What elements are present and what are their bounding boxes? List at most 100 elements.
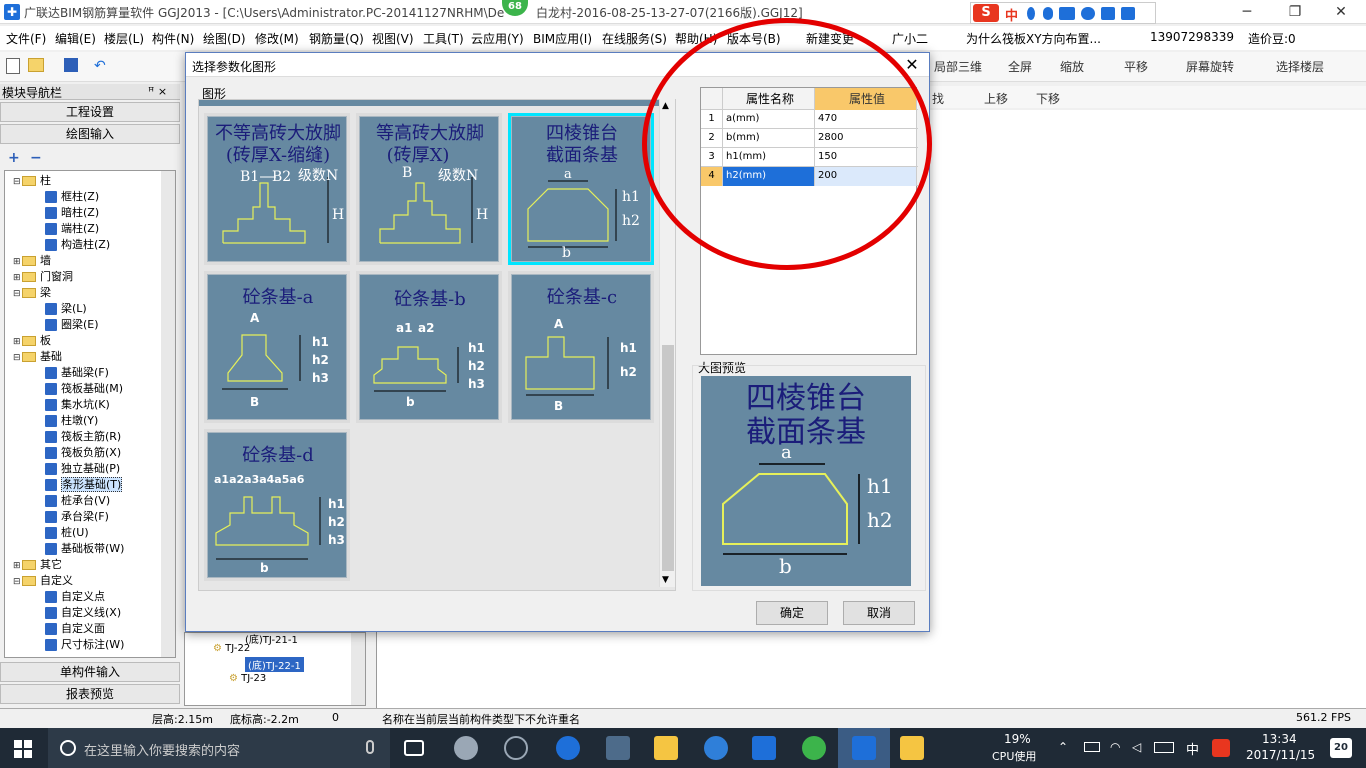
minimize-button[interactable]: ─: [1224, 0, 1270, 24]
battery-icon[interactable]: [1084, 742, 1100, 752]
user-phone[interactable]: 13907298339: [1150, 30, 1234, 44]
list-item[interactable]: ⚙ TJ-23: [229, 673, 266, 684]
restore-button[interactable]: ❐: [1272, 0, 1318, 24]
menu-modify[interactable]: 修改(M): [255, 30, 299, 47]
tree-folder[interactable]: ⊟ 梁: [13, 285, 51, 301]
collapse-all-icon[interactable]: −: [30, 150, 42, 166]
expand-icon[interactable]: ⊞: [13, 270, 22, 286]
tree-scrollbar[interactable]: [161, 171, 175, 657]
user-icon[interactable]: [1081, 7, 1095, 20]
edge-icon[interactable]: [556, 736, 580, 760]
report-preview-button[interactable]: 报表预览: [0, 684, 180, 704]
collapse-icon[interactable]: ⊟: [13, 174, 22, 190]
menu-view[interactable]: 视图(V): [372, 30, 414, 47]
ime-mode[interactable]: 中: [1005, 5, 1018, 24]
tree-item[interactable]: 独立基础(P): [45, 461, 120, 477]
windows-start-icon[interactable]: [14, 740, 32, 758]
tool-zoom[interactable]: 缩放: [1060, 58, 1084, 75]
store-icon[interactable]: [606, 736, 630, 760]
tree-item[interactable]: 筏板主筋(R): [45, 429, 121, 445]
close-button[interactable]: ✕: [1318, 0, 1364, 24]
tool-pan[interactable]: 平移: [1124, 58, 1148, 75]
tree-item[interactable]: 桩承台(V): [45, 493, 110, 509]
expand-all-icon[interactable]: +: [8, 150, 20, 166]
tree-item[interactable]: 基础梁(F): [45, 365, 109, 381]
cancel-button[interactable]: 取消: [843, 601, 915, 625]
menu-cloud[interactable]: 云应用(Y): [471, 30, 524, 47]
cortana-app-icon[interactable]: [504, 736, 528, 760]
tree-item[interactable]: 梁(L): [45, 301, 87, 317]
tree-item[interactable]: 承台梁(F): [45, 509, 109, 525]
wifi-icon[interactable]: ◠: [1110, 740, 1120, 754]
tree-item[interactable]: 自定义点: [45, 589, 105, 605]
drawing-input-button[interactable]: 绘图输入: [0, 124, 180, 144]
tree-folder[interactable]: ⊟ 柱: [13, 173, 51, 189]
task-view-icon[interactable]: [404, 740, 424, 756]
new-file-icon[interactable]: [6, 58, 20, 74]
tree-folder[interactable]: ⊟ 自定义: [13, 573, 73, 589]
tree-item[interactable]: 基础板带(W): [45, 541, 124, 557]
tree-item[interactable]: 桩(U): [45, 525, 89, 541]
file-explorer-icon[interactable]: [654, 736, 678, 760]
chevron-up-icon[interactable]: ⌃: [1058, 740, 1068, 754]
sogou-tray-icon[interactable]: [1212, 739, 1230, 757]
menu-file[interactable]: 文件(F): [6, 30, 46, 47]
ggj-active-task[interactable]: [838, 728, 890, 768]
tree-item[interactable]: 筏板基础(M): [45, 381, 123, 397]
taskbar-search[interactable]: 在这里输入你要搜索的内容: [48, 728, 390, 768]
wrench-icon[interactable]: [1121, 7, 1135, 20]
microphone-icon[interactable]: [366, 740, 374, 754]
tree-item[interactable]: 暗柱(Z): [45, 205, 99, 221]
skin-icon[interactable]: [1101, 7, 1115, 20]
tool-rotate[interactable]: 屏幕旋转: [1186, 58, 1234, 75]
tree-item[interactable]: 自定义线(X): [45, 605, 121, 621]
project-settings-button[interactable]: 工程设置: [0, 102, 180, 122]
tool-move-down[interactable]: 下移: [1036, 90, 1060, 107]
tree-item[interactable]: 条形基础(T): [45, 477, 123, 493]
menu-tools[interactable]: 工具(T): [423, 30, 464, 47]
punctuation-icon[interactable]: [1027, 7, 1035, 20]
single-component-button[interactable]: 单构件输入: [0, 662, 180, 682]
list-item-selected[interactable]: (底)TJ-22-1: [245, 657, 304, 672]
tree-item[interactable]: 构造柱(Z): [45, 237, 110, 253]
notification-badge[interactable]: 68: [502, 0, 528, 16]
keyboard-icon[interactable]: [1154, 742, 1174, 753]
ime-indicator[interactable]: 中: [1186, 739, 1199, 758]
save-icon[interactable]: [64, 58, 78, 72]
menu-component[interactable]: 构件(N): [152, 30, 194, 47]
notification-center-icon[interactable]: 20: [1330, 738, 1352, 758]
scroll-down-icon[interactable]: ▼: [662, 575, 669, 585]
green-app-icon[interactable]: [802, 736, 826, 760]
shape-card-brick-unequal[interactable]: 不等高砖大放脚 (砖厚X-缩缝) B1 B2 级数N H: [204, 113, 350, 265]
menu-rebar[interactable]: 钢筋量(Q): [309, 30, 364, 47]
tree-folder[interactable]: ⊞ 墙: [13, 253, 51, 269]
pin-icon[interactable]: ꟸ ×: [148, 85, 167, 98]
list-item[interactable]: ⚙ TJ-22: [213, 643, 250, 654]
tree-item[interactable]: 集水坑(K): [45, 397, 110, 413]
microphone-icon[interactable]: [1043, 7, 1053, 20]
collapse-icon[interactable]: ⊟: [13, 286, 22, 302]
tool-local-3d[interactable]: 局部三维: [934, 58, 982, 75]
fan-app-icon[interactable]: [454, 736, 478, 760]
tool-move-up[interactable]: 上移: [984, 90, 1008, 107]
undo-icon[interactable]: ↶: [94, 58, 106, 74]
tree-folder[interactable]: ⊟ 基础: [13, 349, 62, 365]
list-scrollbar[interactable]: [351, 633, 365, 705]
open-folder-icon[interactable]: [28, 58, 44, 72]
collapse-icon[interactable]: ⊟: [13, 350, 22, 366]
ok-button[interactable]: 确定: [756, 601, 828, 625]
tree-item[interactable]: 框柱(Z): [45, 189, 99, 205]
ie-icon[interactable]: [704, 736, 728, 760]
shape-card-concrete-a[interactable]: 砼条基-a A h1 h2 h3 B: [204, 271, 350, 423]
collapse-icon[interactable]: ⊟: [13, 574, 22, 590]
menu-bim[interactable]: BIM应用(I): [533, 30, 592, 47]
tree-folder[interactable]: ⊞ 板: [13, 333, 51, 349]
tree-item[interactable]: 端柱(Z): [45, 221, 99, 237]
keyboard-icon[interactable]: [1059, 7, 1075, 20]
shape-card-concrete-b[interactable]: 砼条基-b a1 a2 h1 h2 h3 b: [356, 271, 502, 423]
list-item[interactable]: (底)TJ-21-1: [245, 631, 298, 646]
shape-card-pyramid-frustum[interactable]: 四棱锥台 截面条基 a h1 h2 b: [508, 113, 654, 265]
glodon-g-icon[interactable]: [752, 736, 776, 760]
menu-edit[interactable]: 编辑(E): [55, 30, 96, 47]
shape-card-concrete-d[interactable]: 砼条基-d a1a2a3a4a5a6 h1 h2 h3 b: [204, 429, 350, 581]
